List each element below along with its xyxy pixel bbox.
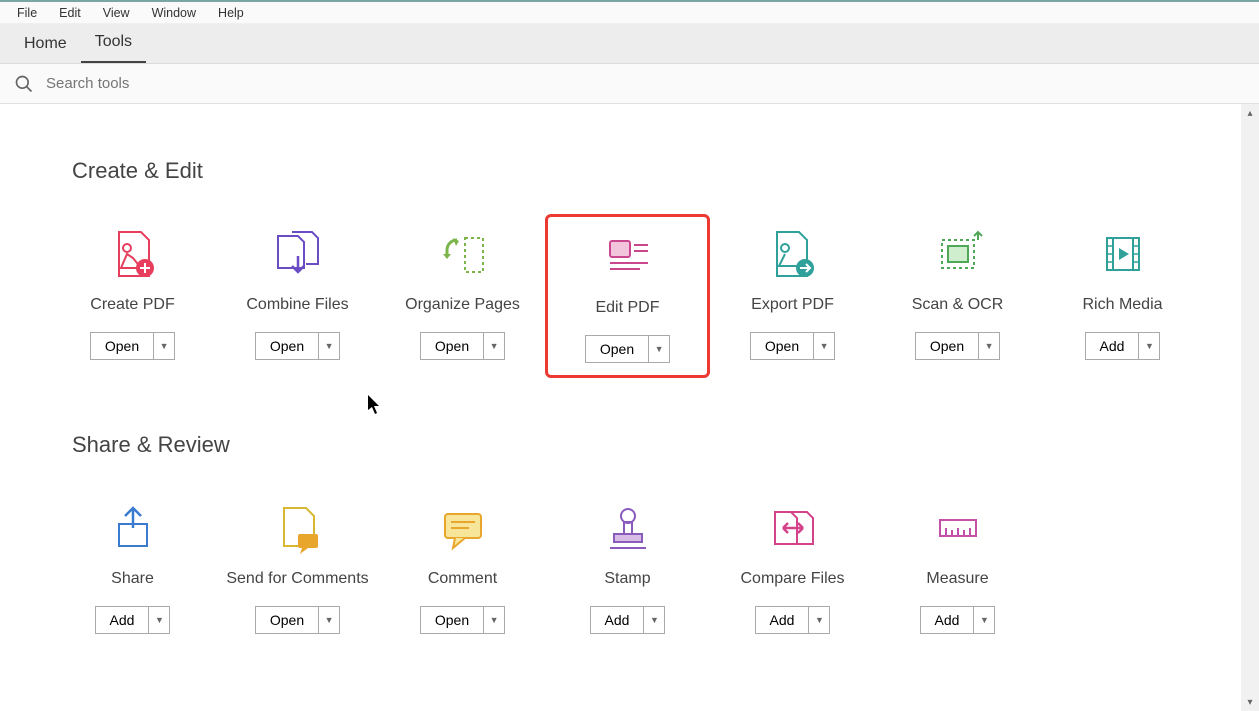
tool-rich-media[interactable]: Rich Media Add ▼ <box>1040 214 1205 378</box>
organize-pages-icon <box>435 226 491 282</box>
stamp-icon <box>600 500 656 556</box>
tools-share-review: Share Add ▼ Send for Comments Open ▼ <box>50 488 1259 646</box>
dropdown-button[interactable]: ▼ <box>319 333 339 359</box>
rich-media-icon <box>1095 226 1151 282</box>
open-button[interactable]: Open <box>91 333 154 359</box>
tool-label: Stamp <box>604 570 650 588</box>
add-button[interactable]: Add <box>591 607 645 633</box>
search-icon <box>14 74 34 94</box>
tab-home[interactable]: Home <box>10 27 81 63</box>
dropdown-button[interactable]: ▼ <box>809 607 829 633</box>
open-button[interactable]: Open <box>586 336 649 362</box>
tool-combine-files[interactable]: Combine Files Open ▼ <box>215 214 380 378</box>
tool-label: Measure <box>926 570 988 588</box>
add-button[interactable]: Add <box>921 607 975 633</box>
tool-action-group: Add ▼ <box>95 606 171 634</box>
comment-icon <box>435 500 491 556</box>
tool-action-group: Add ▼ <box>920 606 996 634</box>
tool-action-group: Open ▼ <box>255 332 340 360</box>
open-button[interactable]: Open <box>421 607 484 633</box>
dropdown-button[interactable]: ▼ <box>1139 333 1159 359</box>
open-button[interactable]: Open <box>916 333 979 359</box>
dropdown-button[interactable]: ▼ <box>484 607 504 633</box>
tool-label: Share <box>111 570 154 588</box>
add-button[interactable]: Add <box>756 607 810 633</box>
tool-action-group: Open ▼ <box>90 332 175 360</box>
tool-label: Export PDF <box>751 296 834 314</box>
tool-measure[interactable]: Measure Add ▼ <box>875 488 1040 646</box>
tool-label: Edit PDF <box>595 299 659 317</box>
tabbar: Home Tools <box>0 24 1259 64</box>
tool-action-group: Add ▼ <box>1085 332 1161 360</box>
tool-compare-files[interactable]: Compare Files Add ▼ <box>710 488 875 646</box>
content-area: Create & Edit Create PDF Open ▼ <box>0 104 1259 711</box>
open-button[interactable]: Open <box>421 333 484 359</box>
tool-send-for-comments[interactable]: Send for Comments Open ▼ <box>215 488 380 646</box>
send-comments-icon <box>270 500 326 556</box>
dropdown-button[interactable]: ▼ <box>649 336 669 362</box>
dropdown-button[interactable]: ▼ <box>149 607 169 633</box>
dropdown-button[interactable]: ▼ <box>974 607 994 633</box>
tool-label: Compare Files <box>740 570 844 588</box>
open-button[interactable]: Open <box>751 333 814 359</box>
tool-label: Comment <box>428 570 497 588</box>
menu-window[interactable]: Window <box>141 6 207 20</box>
menu-help[interactable]: Help <box>207 6 255 20</box>
tools-create-edit: Create PDF Open ▼ Combine Files Open ▼ <box>50 214 1259 378</box>
dropdown-button[interactable]: ▼ <box>319 607 339 633</box>
search-input[interactable] <box>46 75 446 92</box>
export-pdf-icon <box>765 226 821 282</box>
menu-file[interactable]: File <box>6 6 48 20</box>
measure-icon <box>930 500 986 556</box>
create-pdf-icon <box>105 226 161 282</box>
menubar: File Edit View Window Help <box>0 0 1259 24</box>
tool-action-group: Open ▼ <box>255 606 340 634</box>
add-button[interactable]: Add <box>96 607 150 633</box>
tool-action-group: Open ▼ <box>585 335 670 363</box>
tab-tools[interactable]: Tools <box>81 25 146 63</box>
tool-action-group: Open ▼ <box>915 332 1000 360</box>
dropdown-button[interactable]: ▼ <box>484 333 504 359</box>
add-button[interactable]: Add <box>1086 333 1140 359</box>
tool-scan-ocr[interactable]: Scan & OCR Open ▼ <box>875 214 1040 378</box>
tool-action-group: Open ▼ <box>420 332 505 360</box>
tool-edit-pdf[interactable]: Edit PDF Open ▼ <box>545 214 710 378</box>
compare-files-icon <box>765 500 821 556</box>
tool-action-group: Add ▼ <box>755 606 831 634</box>
tool-label: Create PDF <box>90 296 174 314</box>
tool-label: Organize Pages <box>405 296 520 314</box>
tool-label: Scan & OCR <box>912 296 1004 314</box>
tool-share[interactable]: Share Add ▼ <box>50 488 215 646</box>
open-button[interactable]: Open <box>256 333 319 359</box>
tool-stamp[interactable]: Stamp Add ▼ <box>545 488 710 646</box>
tool-label: Rich Media <box>1082 296 1162 314</box>
section-title-share-review: Share & Review <box>72 432 1259 458</box>
combine-files-icon <box>270 226 326 282</box>
searchbar <box>0 64 1259 104</box>
edit-pdf-icon <box>600 229 656 285</box>
open-button[interactable]: Open <box>256 607 319 633</box>
tool-create-pdf[interactable]: Create PDF Open ▼ <box>50 214 215 378</box>
tool-action-group: Open ▼ <box>420 606 505 634</box>
dropdown-button[interactable]: ▼ <box>979 333 999 359</box>
tool-export-pdf[interactable]: Export PDF Open ▼ <box>710 214 875 378</box>
dropdown-button[interactable]: ▼ <box>814 333 834 359</box>
tool-comment[interactable]: Comment Open ▼ <box>380 488 545 646</box>
menu-view[interactable]: View <box>92 6 141 20</box>
tool-action-group: Add ▼ <box>590 606 666 634</box>
section-title-create-edit: Create & Edit <box>72 158 1259 184</box>
vertical-scrollbar[interactable]: ▴ ▾ <box>1241 104 1259 711</box>
dropdown-button[interactable]: ▼ <box>154 333 174 359</box>
scroll-down-arrow-icon[interactable]: ▾ <box>1241 693 1259 711</box>
tool-organize-pages[interactable]: Organize Pages Open ▼ <box>380 214 545 378</box>
share-icon <box>105 500 161 556</box>
menu-edit[interactable]: Edit <box>48 6 92 20</box>
dropdown-button[interactable]: ▼ <box>644 607 664 633</box>
tool-label: Send for Comments <box>226 570 368 588</box>
tool-action-group: Open ▼ <box>750 332 835 360</box>
scroll-up-arrow-icon[interactable]: ▴ <box>1241 104 1259 122</box>
scan-ocr-icon <box>930 226 986 282</box>
tool-label: Combine Files <box>246 296 348 314</box>
